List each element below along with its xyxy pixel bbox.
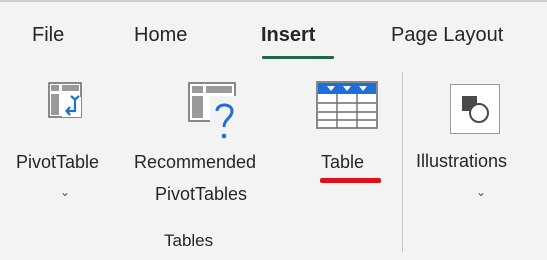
table-button[interactable]: Table	[312, 76, 388, 186]
illustrations-icon	[450, 84, 500, 134]
recommended-pivottables-button[interactable]: Recommended PivotTables	[130, 76, 302, 206]
illustrations-label: Illustrations	[416, 151, 508, 171]
tab-home[interactable]: Home	[134, 22, 187, 48]
group-divider	[402, 72, 403, 252]
recommended-label-line2: PivotTables	[155, 184, 248, 204]
chevron-down-icon: ⌄	[60, 185, 71, 199]
pivottable-label: PivotTable	[16, 152, 100, 172]
recommended-label-line1: Recommended	[134, 152, 257, 172]
active-tab-indicator	[262, 56, 334, 59]
tab-page-layout[interactable]: Page Layout	[391, 22, 503, 48]
tables-group-label: Tables	[164, 231, 214, 250]
table-highlight-underline	[320, 178, 381, 183]
recommended-pivottables-icon	[188, 82, 240, 149]
tab-file[interactable]: File	[32, 22, 64, 48]
tab-insert[interactable]: Insert	[261, 22, 315, 48]
ribbon-top-border	[0, 0, 547, 2]
pivottable-button[interactable]: PivotTable ⌄	[14, 76, 118, 206]
chevron-down-icon: ⌄	[476, 185, 487, 199]
table-icon	[316, 81, 378, 134]
table-label: Table	[321, 152, 365, 172]
pivottable-icon	[48, 82, 86, 129]
